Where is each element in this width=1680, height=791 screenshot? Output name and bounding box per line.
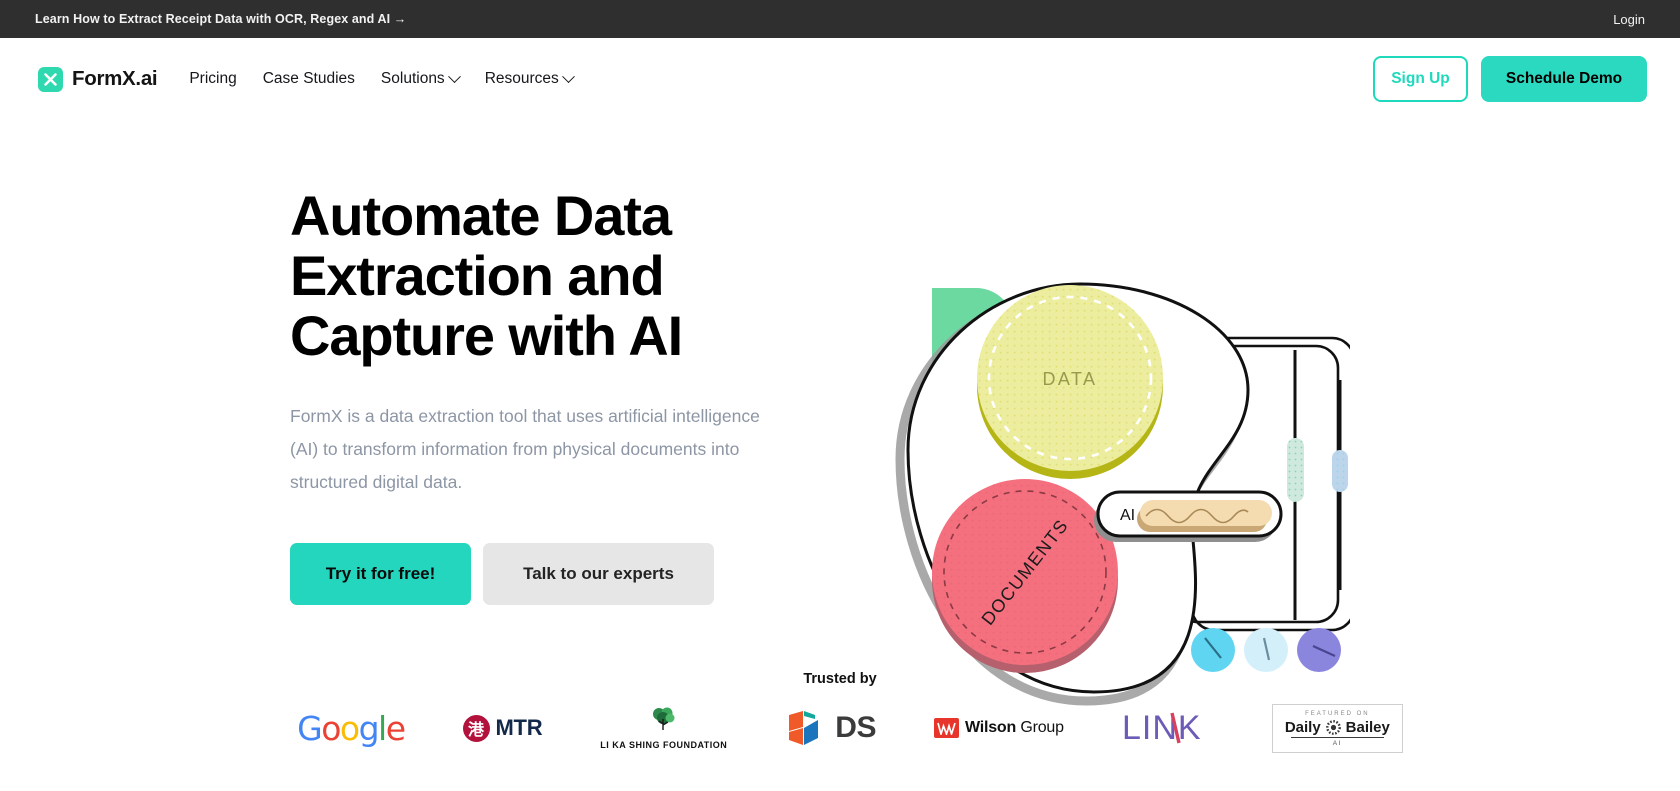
- daily-ai-label: AI: [1290, 736, 1384, 747]
- hero-copy: Automate Data Extraction and Capture wit…: [0, 168, 800, 606]
- hero-cta-group: Try it for free! Talk to our experts: [290, 543, 800, 606]
- trusted-by-label: Trusted by: [803, 671, 877, 688]
- daily-right-word: Bailey: [1345, 718, 1390, 736]
- announcement-link[interactable]: Learn How to Extract Receipt Data with O…: [35, 12, 406, 26]
- google-logo-icon: Google: [297, 708, 406, 748]
- login-link[interactable]: Login: [1613, 12, 1645, 27]
- wilson-label: Wilson Group: [965, 719, 1064, 737]
- mint-pill-texture: [1287, 438, 1304, 502]
- nav-links: Pricing Case Studies Solutions Resources: [189, 69, 575, 88]
- partner-logo-li-ka-shing: LI KA SHING FOUNDATION: [600, 705, 727, 751]
- hero-subtitle: FormX is a data extraction tool that use…: [290, 405, 760, 492]
- hero-section: Automate Data Extraction and Capture wit…: [0, 120, 1680, 706]
- ai-pill-label: AI: [1120, 507, 1135, 524]
- nav-item-solutions[interactable]: Solutions: [380, 69, 461, 88]
- schedule-demo-button[interactable]: Schedule Demo: [1481, 56, 1647, 102]
- nav-item-resources[interactable]: Resources: [484, 69, 575, 88]
- main-navigation: FormX.ai Pricing Case Studies Solutions …: [0, 38, 1680, 120]
- daily-bailey-name: Daily Bailey: [1285, 719, 1390, 736]
- daily-left-word: Daily: [1284, 718, 1321, 736]
- hero-illustration: DATA DOCUMENTS AI: [880, 260, 1356, 720]
- nav-item-case-studies[interactable]: Case Studies: [263, 70, 355, 88]
- ds-label: DS: [835, 711, 876, 745]
- nav-item-pricing[interactable]: Pricing: [189, 70, 236, 88]
- nav-item-label: Solutions: [380, 70, 445, 87]
- blue-pill-texture: [1332, 450, 1348, 492]
- brand-name: FormX.ai: [72, 67, 158, 90]
- try-free-button[interactable]: Try it for free!: [290, 543, 471, 606]
- partner-logo-mtr: 港 MTR: [462, 705, 543, 751]
- data-circle-label: DATA: [1043, 369, 1098, 389]
- partner-logo-row: Google 港 MTR LI KA SHING FOUNDATION DS W…: [0, 703, 1680, 753]
- ai-wave-pill: [1140, 500, 1272, 526]
- sign-up-button[interactable]: Sign Up: [1373, 56, 1468, 102]
- announcement-bar: Learn How to Extract Receipt Data with O…: [0, 0, 1680, 38]
- partner-logo-ds: DS: [785, 705, 876, 751]
- tree-icon: [652, 707, 675, 731]
- clock-circle-cyan: [1191, 628, 1235, 672]
- brand-logo[interactable]: FormX.ai: [38, 66, 158, 92]
- nav-item-label: Case Studies: [262, 70, 355, 87]
- trusted-by-section: Trusted by Google 港 MTR LI KA SHING FOUN…: [0, 671, 1680, 753]
- mtr-badge-icon: 港: [462, 714, 490, 742]
- nav-item-label: Resources: [484, 70, 559, 87]
- page-title: Automate Data Extraction and Capture wit…: [290, 184, 683, 367]
- chevron-down-icon: [561, 69, 575, 83]
- chevron-down-icon: [447, 69, 461, 83]
- li-ka-shing-label: LI KA SHING FOUNDATION: [600, 740, 728, 751]
- gear-icon: [1325, 719, 1341, 735]
- wilson-mark-icon: [933, 718, 959, 739]
- nav-item-label: Pricing: [189, 70, 237, 87]
- formx-logo-icon: [38, 66, 63, 92]
- talk-experts-button[interactable]: Talk to our experts: [483, 543, 714, 606]
- partner-logo-google: Google: [297, 705, 406, 751]
- nav-actions: Sign Up Schedule Demo: [1373, 56, 1647, 102]
- wilson-rest: Group: [1016, 719, 1064, 737]
- ds-cube-icon: [789, 711, 819, 746]
- wilson-bold: Wilson: [964, 719, 1017, 737]
- clock-circle-purple: [1297, 628, 1341, 672]
- mtr-label: MTR: [495, 715, 543, 741]
